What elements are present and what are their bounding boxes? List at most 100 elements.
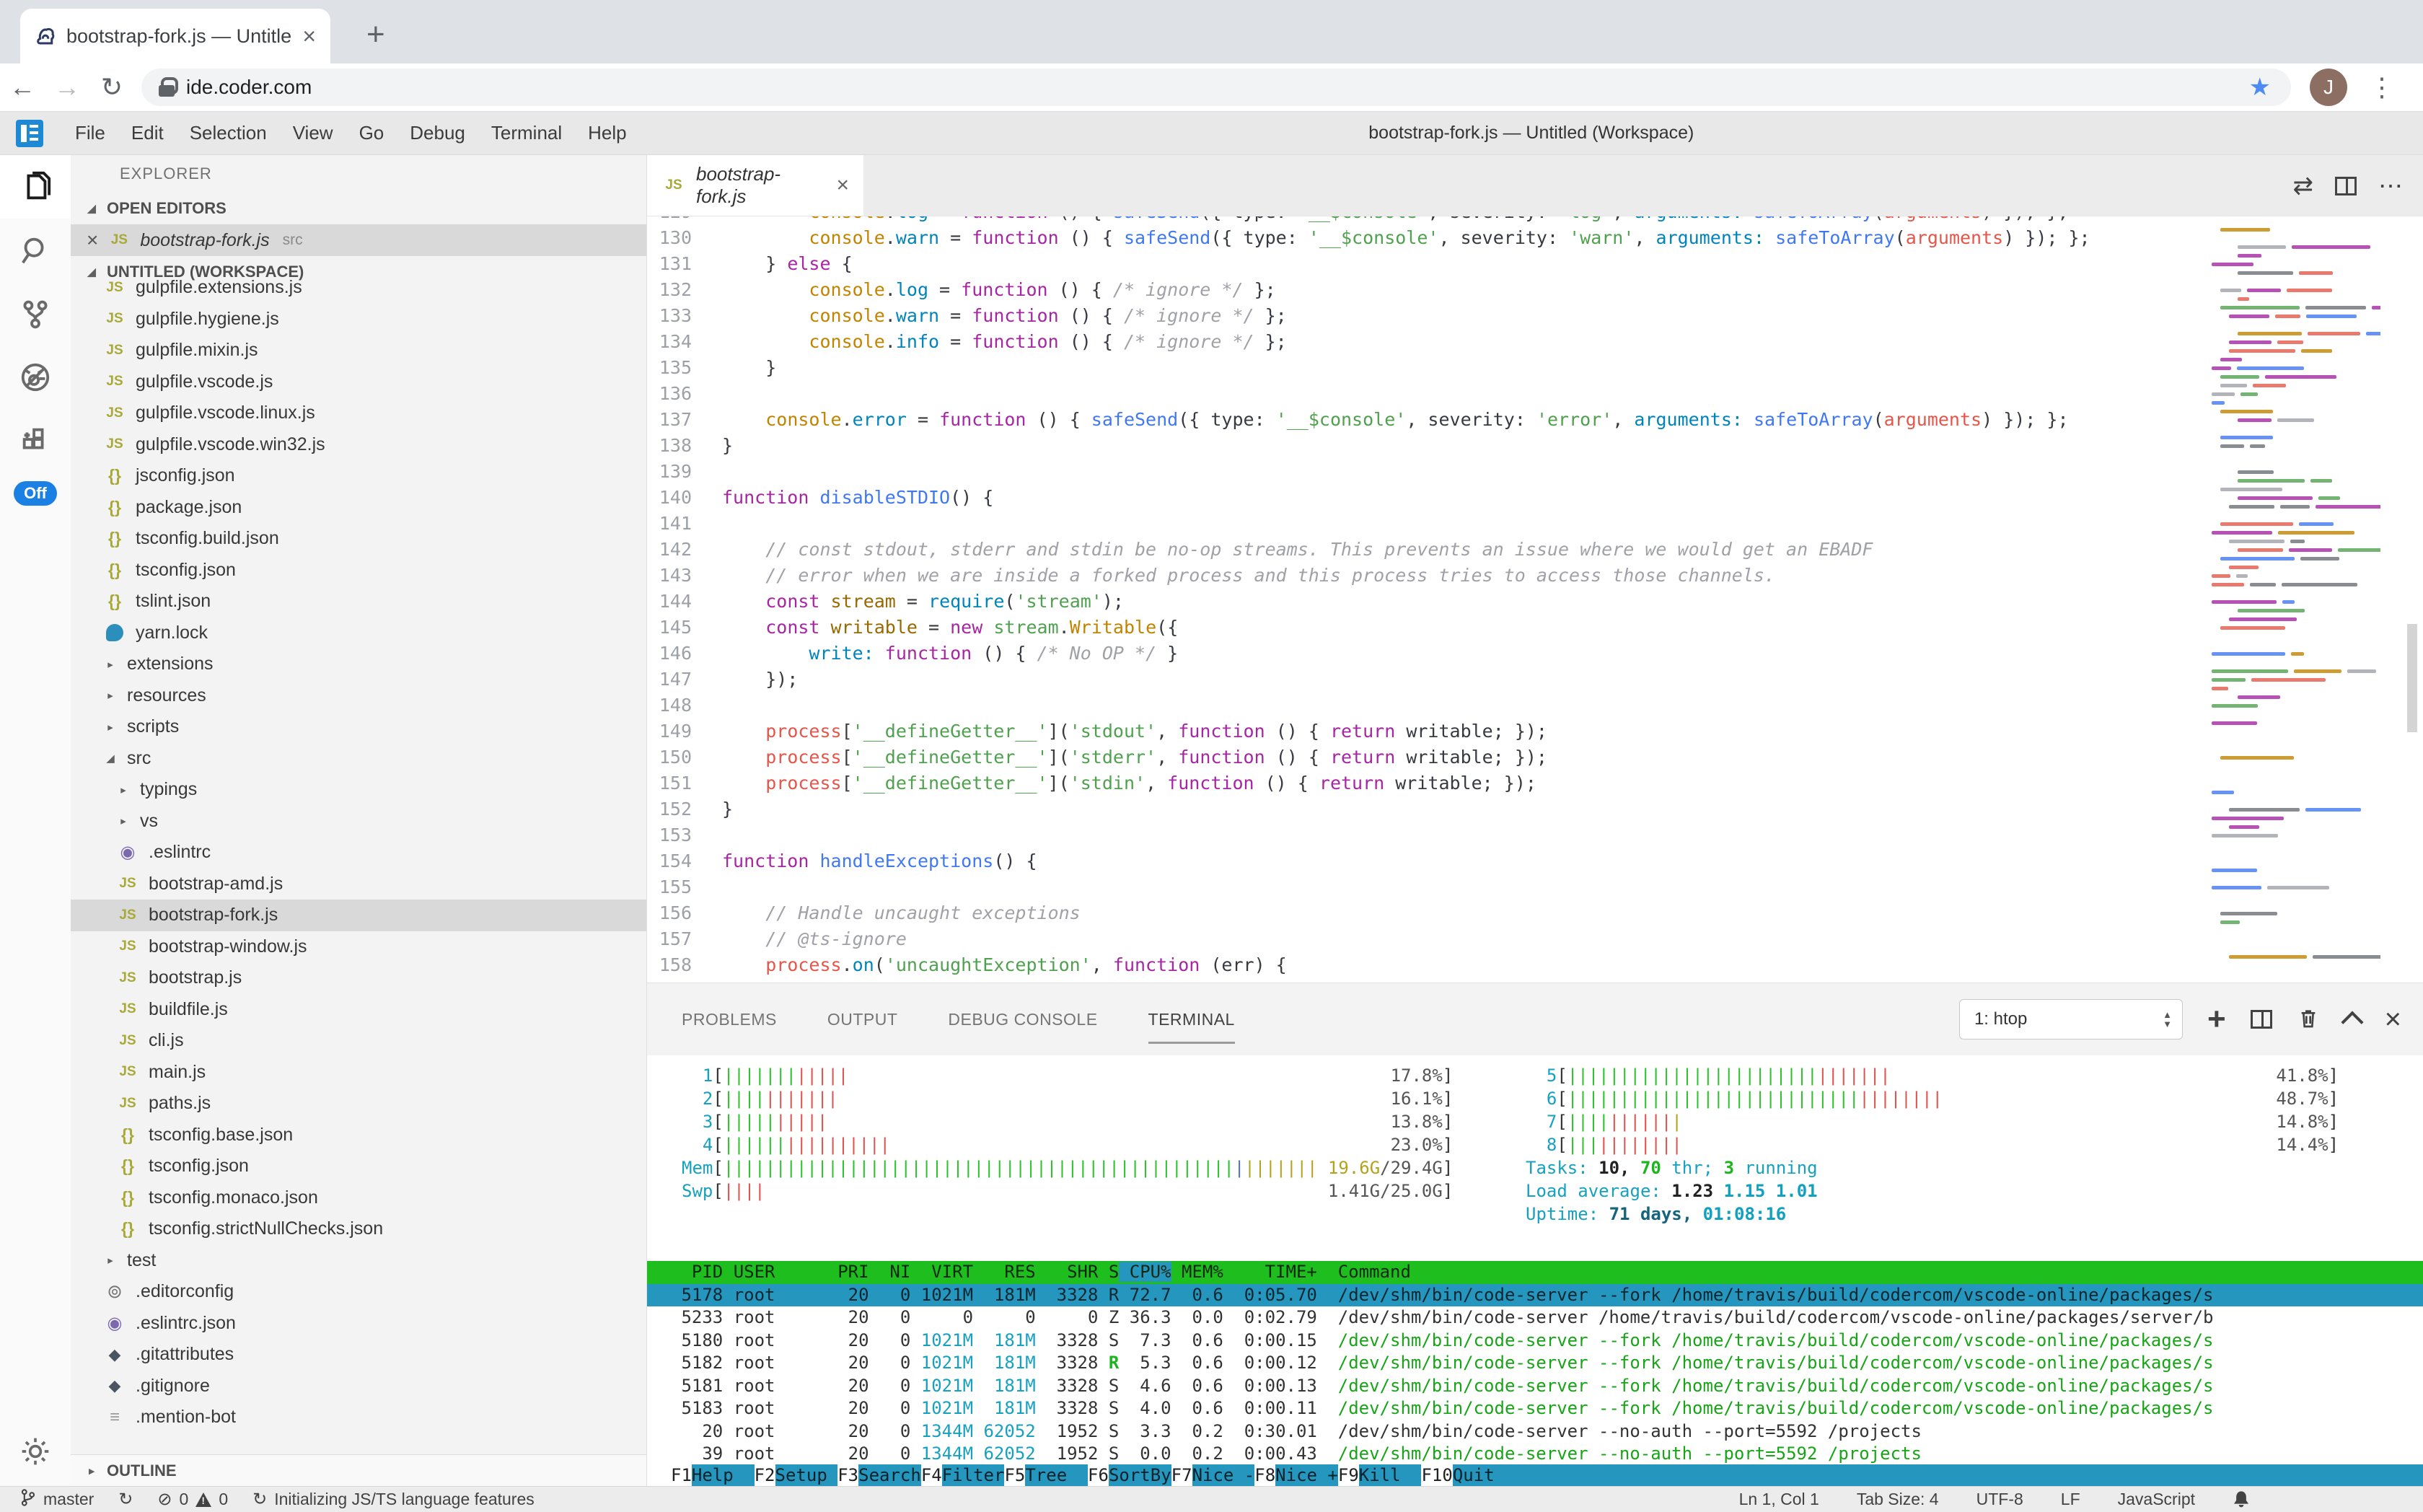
tree-item[interactable]: JSgulpfile.mixin.js <box>71 335 646 366</box>
tree-item[interactable]: JSbootstrap-fork.js <box>71 900 646 931</box>
tree-item[interactable]: JSgulpfile.hygiene.js <box>71 304 646 335</box>
process-row[interactable]: 5181 root 20 0 1021M 181M 3328 S 4.6 0.6… <box>647 1375 2423 1398</box>
code-line[interactable]: 131 } else { <box>647 251 2423 277</box>
tree-item[interactable]: JSgulpfile.extensions.js <box>71 272 646 304</box>
tree-item[interactable]: ⊚.editorconfig <box>71 1276 646 1308</box>
code-line[interactable]: 144 const stream = require('stream'); <box>647 589 2423 615</box>
debug-disabled-icon[interactable] <box>0 346 71 409</box>
browser-tab[interactable]: bootstrap-fork.js — Untitled (W × <box>20 9 330 63</box>
tree-item[interactable]: JSbootstrap-amd.js <box>71 869 646 900</box>
tree-item[interactable]: {}tsconfig.base.json <box>71 1120 646 1151</box>
language-mode[interactable]: JavaScript <box>2118 1490 2195 1509</box>
split-terminal-icon[interactable] <box>2251 1010 2272 1029</box>
tree-item[interactable]: ≡.mention-bot <box>71 1402 646 1433</box>
process-row[interactable]: 5182 root 20 0 1021M 181M 3328 R 5.3 0.6… <box>647 1352 2423 1375</box>
menu-file[interactable]: File <box>62 122 118 144</box>
branch-indicator[interactable]: master <box>20 1488 94 1511</box>
fn-key-label[interactable]: Help <box>692 1464 755 1486</box>
sync-button[interactable]: ↻ <box>118 1489 133 1510</box>
tree-item[interactable]: ◆.gitignore <box>71 1371 646 1402</box>
tab-close-icon[interactable]: × <box>302 23 316 50</box>
tree-folder[interactable]: ◢src <box>71 743 646 775</box>
fn-key-label[interactable]: Nice - <box>1192 1464 1255 1486</box>
code-line[interactable]: 133 console.warn = function () { /* igno… <box>647 303 2423 329</box>
code-line[interactable]: 139 <box>647 459 2423 485</box>
code-editor[interactable]: 129 console.log = function () { safeSend… <box>647 216 2423 983</box>
code-line[interactable]: 137 console.error = function () { safeSe… <box>647 407 2423 433</box>
tree-item[interactable]: {}tsconfig.monaco.json <box>71 1182 646 1214</box>
new-tab-button[interactable]: + <box>366 14 385 55</box>
problems-indicator[interactable]: ⊘ 0 0 <box>157 1489 228 1510</box>
more-actions-icon[interactable]: ⋯ <box>2378 172 2404 201</box>
minimap[interactable] <box>2207 219 2380 977</box>
code-line[interactable]: 156 // Handle uncaught exceptions <box>647 900 2423 926</box>
htop-table-header[interactable]: PID USER PRI NI VIRT RES SHR S CPU% MEM%… <box>647 1261 2423 1284</box>
telemetry-off-badge[interactable]: Off <box>14 481 57 506</box>
code-line[interactable]: 155 <box>647 874 2423 900</box>
code-line[interactable]: 152} <box>647 796 2423 822</box>
code-line[interactable]: 149 process['__defineGetter__']('stdout'… <box>647 718 2423 744</box>
process-row[interactable]: 5233 root 20 0 0 0 0 Z 36.3 0.0 0:02.79 … <box>647 1306 2423 1329</box>
code-line[interactable]: 142 // const stdout, stderr and stdin be… <box>647 537 2423 563</box>
avatar[interactable]: J <box>2310 69 2347 106</box>
settings-gear-icon[interactable] <box>0 1436 71 1467</box>
tree-folder[interactable]: ▸resources <box>71 680 646 712</box>
tab-terminal[interactable]: TERMINAL <box>1148 983 1235 1055</box>
code-line[interactable]: 135 } <box>647 355 2423 381</box>
code-line[interactable]: 143 // error when we are inside a forked… <box>647 563 2423 589</box>
fn-key[interactable]: F8 <box>1254 1464 1275 1486</box>
code-line[interactable]: 129 console.log = function () { safeSend… <box>647 216 2423 225</box>
tree-item[interactable]: {}tslint.json <box>71 586 646 617</box>
tree-item[interactable]: JSgulpfile.vscode.linux.js <box>71 397 646 429</box>
url-text[interactable]: ide.coder.com <box>186 76 312 99</box>
tree-item[interactable]: {}package.json <box>71 492 646 524</box>
tree-item[interactable]: JSgulpfile.vscode.js <box>71 366 646 398</box>
kill-terminal-icon[interactable] <box>2297 1006 2320 1034</box>
code-line[interactable]: 159 console.error('Uncaught Exception: '… <box>647 978 2423 983</box>
tree-item[interactable]: {}tsconfig.json <box>71 1151 646 1182</box>
code-line[interactable]: 148 <box>647 693 2423 718</box>
notifications-bell-icon[interactable] <box>2233 1490 2250 1509</box>
split-editor-icon[interactable] <box>2335 177 2357 195</box>
tree-item[interactable]: JSbuildfile.js <box>71 994 646 1026</box>
tree-folder[interactable]: ▸typings <box>71 774 646 806</box>
fn-key[interactable]: F3 <box>837 1464 858 1486</box>
tab-size[interactable]: Tab Size: 4 <box>1857 1490 1939 1509</box>
code-line[interactable]: 158 process.on('uncaughtException', func… <box>647 952 2423 978</box>
menu-terminal[interactable]: Terminal <box>478 122 575 144</box>
code-line[interactable]: 157 // @ts-ignore <box>647 926 2423 952</box>
fn-key[interactable]: F4 <box>921 1464 942 1486</box>
language-status[interactable]: ↻ Initializing JS/TS language features <box>252 1489 535 1510</box>
code-line[interactable]: 140function disableSTDIO() { <box>647 485 2423 511</box>
new-terminal-icon[interactable]: + <box>2207 1001 2226 1037</box>
menu-selection[interactable]: Selection <box>177 122 280 144</box>
code-line[interactable]: 151 process['__defineGetter__']('stdin',… <box>647 770 2423 796</box>
fn-key[interactable]: F7 <box>1171 1464 1192 1486</box>
fn-key[interactable]: F2 <box>755 1464 775 1486</box>
fn-key-label[interactable]: Filter <box>942 1464 1005 1486</box>
code-line[interactable]: 147 }); <box>647 667 2423 693</box>
process-row[interactable]: 5183 root 20 0 1021M 181M 3328 S 4.0 0.6… <box>647 1397 2423 1420</box>
fn-key[interactable]: F6 <box>1088 1464 1109 1486</box>
code-line[interactable]: 132 console.log = function () { /* ignor… <box>647 277 2423 303</box>
encoding[interactable]: UTF-8 <box>1976 1490 2023 1509</box>
tab-output[interactable]: OUTPUT <box>827 983 898 1055</box>
explorer-icon[interactable] <box>0 155 71 219</box>
process-row[interactable]: 39 root 20 0 1344M 62052 1952 S 0.0 0.2 … <box>647 1443 2423 1466</box>
fn-key-label[interactable]: Search <box>858 1464 921 1486</box>
tree-folder[interactable]: ▸test <box>71 1245 646 1277</box>
open-editors-header[interactable]: ◢ OPEN EDITORS <box>71 193 646 224</box>
browser-menu-icon[interactable]: ⋮ <box>2369 72 2395 102</box>
code-line[interactable]: 153 <box>647 822 2423 848</box>
fn-key-label[interactable]: Setup <box>775 1464 838 1486</box>
fn-key-label[interactable]: Tree <box>1025 1464 1088 1486</box>
extensions-icon[interactable] <box>0 409 71 472</box>
process-row[interactable]: 20 root 20 0 1344M 62052 1952 S 3.3 0.2 … <box>647 1420 2423 1443</box>
tree-folder[interactable]: ▸scripts <box>71 711 646 743</box>
tree-item[interactable]: JSpaths.js <box>71 1088 646 1120</box>
menu-help[interactable]: Help <box>575 122 639 144</box>
tree-item[interactable]: ◉.eslintrc.json <box>71 1308 646 1340</box>
tree-folder[interactable]: ▸extensions <box>71 649 646 680</box>
code-line[interactable]: 134 console.info = function () { /* igno… <box>647 329 2423 355</box>
tree-item[interactable]: ◆.gitattributes <box>71 1339 646 1371</box>
